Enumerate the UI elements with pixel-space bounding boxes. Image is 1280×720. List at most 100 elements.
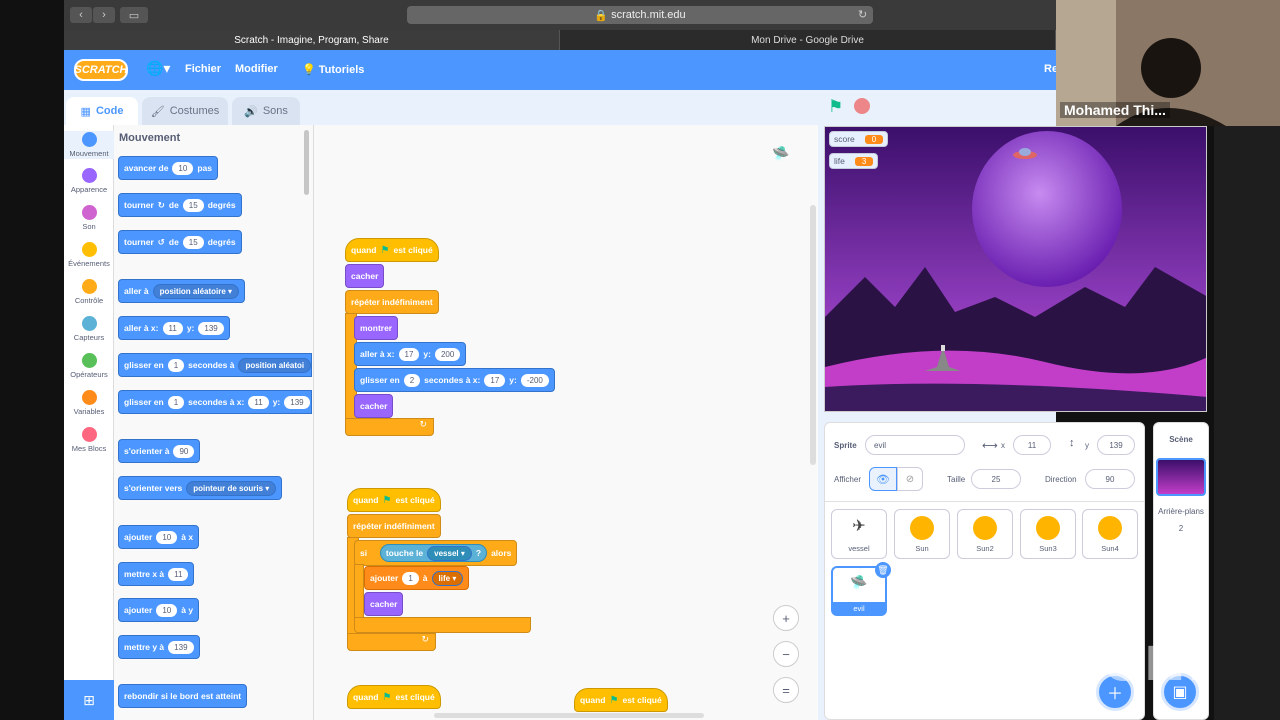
add-extension-button[interactable]: ⊞ (64, 680, 114, 720)
block-move-steps[interactable]: avancer de 10 pas (118, 156, 218, 180)
category-son[interactable]: Son (64, 205, 114, 231)
stage[interactable]: score 0 life 3 (824, 126, 1207, 412)
sprite-tile-sun[interactable]: Sun (894, 509, 950, 559)
block-input[interactable]: 15 (182, 198, 204, 212)
block-set-x[interactable]: mettre x à 11 (118, 562, 195, 586)
script-scrollbar-horizontal[interactable] (434, 713, 704, 718)
block-dropdown[interactable]: life ▾ (431, 570, 464, 586)
category-operateurs[interactable]: Opérateurs (64, 353, 114, 379)
category-evenements[interactable]: Événements (64, 242, 114, 268)
zoom-out-button[interactable]: − (773, 641, 799, 667)
block-glide-to-xy[interactable]: glisser en 2 secondes à x: 17 y: -200 (354, 368, 555, 392)
block-input[interactable]: 15 (182, 235, 204, 249)
block-forever[interactable]: répéter indéfiniment (345, 290, 439, 314)
category-controle[interactable]: Contrôle (64, 279, 114, 305)
block-go-to[interactable]: aller à position aléatoire ▾ (118, 279, 246, 303)
block-hide[interactable]: cacher (364, 592, 404, 616)
sprite-tile-vessel[interactable]: ✈ vessel (831, 509, 887, 559)
block-input[interactable]: 200 (434, 347, 461, 361)
category-mes-blocs[interactable]: Mes Blocs (64, 427, 114, 453)
green-flag-button[interactable]: ⚑ (828, 97, 843, 117)
block-input[interactable]: 139 (168, 640, 194, 654)
block-turn-left[interactable]: tourner ↺ de 15 degrés (118, 230, 242, 254)
delete-sprite-button[interactable]: 🗑 (875, 562, 891, 578)
hat-when-flag-clicked[interactable]: quand ⚑ est cliqué (347, 685, 441, 709)
hat-when-flag-clicked[interactable]: quand ⚑ est cliqué (574, 688, 668, 712)
block-input[interactable]: 1 (167, 395, 185, 409)
block-change-variable[interactable]: ajouter 1 à life ▾ (364, 566, 470, 590)
block-input[interactable]: 17 (398, 347, 420, 361)
zoom-reset-button[interactable]: = (773, 677, 799, 703)
block-forever[interactable]: répéter indéfiniment (347, 514, 441, 538)
backdrop-thumbnail[interactable] (1156, 458, 1206, 496)
block-input[interactable]: 2 (403, 373, 421, 387)
block-input[interactable]: 11 (248, 395, 269, 409)
script-area[interactable]: 🛸 quand ⚑ est cliqué cacher répéter indéfi… (313, 125, 818, 720)
block-dropdown[interactable]: position aléatoi (238, 357, 311, 373)
hat-when-flag-clicked[interactable]: quand ⚑ est cliqué (345, 238, 439, 262)
script-scrollbar-vertical[interactable] (810, 205, 816, 465)
back-button[interactable]: ‹ (70, 7, 92, 23)
category-capteurs[interactable]: Capteurs (64, 316, 114, 342)
block-point-towards[interactable]: s'orienter vers pointeur de souris ▾ (118, 476, 283, 500)
show-visible-button[interactable]: 👁 (869, 467, 897, 491)
zoom-in-button[interactable]: + (773, 605, 799, 631)
y-input[interactable]: 139 (1097, 435, 1135, 455)
block-input[interactable]: 139 (284, 395, 310, 409)
category-apparence[interactable]: Apparence (64, 168, 114, 194)
hat-when-flag-clicked[interactable]: quand ⚑ est cliqué (347, 488, 441, 512)
language-globe-icon[interactable]: 🌐▾ (146, 60, 170, 77)
stop-button[interactable] (854, 98, 870, 114)
size-input[interactable]: 25 (971, 469, 1021, 489)
block-glide-to-xy[interactable]: glisser en 1 secondes à x: 11 y: 139 (118, 390, 312, 414)
category-variables[interactable]: Variables (64, 390, 114, 416)
sprite-tile-sun2[interactable]: Sun2 (957, 509, 1013, 559)
block-go-to-xy[interactable]: aller à x: 17 y: 200 (354, 342, 467, 366)
tab-scratch[interactable]: Scratch - Imagine, Program, Share (64, 30, 560, 50)
menu-modifier[interactable]: Modifier (235, 63, 278, 75)
show-hidden-button[interactable]: ⊘ (897, 467, 923, 491)
x-input[interactable]: 11 (1013, 435, 1051, 455)
block-input[interactable]: 1 (167, 358, 185, 372)
block-input[interactable]: 139 (198, 321, 224, 335)
block-input[interactable]: 11 (168, 567, 189, 581)
block-hide[interactable]: cacher (345, 264, 385, 288)
block-if[interactable]: si touche le vessel ▾? alors (354, 540, 518, 566)
forward-button[interactable]: › (93, 7, 115, 23)
block-glide-to[interactable]: glisser en 1 secondes à position aléatoi (118, 353, 312, 377)
tab-code[interactable]: ▦ Code (66, 97, 138, 125)
block-go-to-xy[interactable]: aller à x: 11 y: 139 (118, 316, 230, 340)
block-input[interactable]: 11 (162, 321, 183, 335)
address-bar[interactable]: 🔒 scratch.mit.edu (407, 6, 873, 24)
block-point-direction[interactable]: s'orienter à 90 (118, 439, 201, 463)
block-turn-right[interactable]: tourner ↻ de 15 degrés (118, 193, 242, 217)
block-input[interactable]: 1 (402, 571, 419, 585)
block-change-y[interactable]: ajouter 10 à y (118, 598, 200, 622)
block-input[interactable]: 17 (484, 373, 506, 387)
sprite-name-input[interactable]: evil (865, 435, 965, 455)
scratch-logo[interactable]: SCRATCH (74, 59, 128, 81)
block-input[interactable]: 10 (156, 530, 178, 544)
direction-input[interactable]: 90 (1085, 469, 1135, 489)
tab-google-drive[interactable]: Mon Drive - Google Drive (560, 30, 1056, 50)
block-input[interactable]: 10 (156, 603, 178, 617)
block-input[interactable]: -200 (520, 373, 549, 387)
block-dropdown[interactable]: vessel ▾ (427, 545, 472, 561)
menu-fichier[interactable]: Fichier (185, 63, 221, 75)
block-change-x[interactable]: ajouter 10 à x (118, 525, 200, 549)
tab-sons[interactable]: 🔊 Sons (232, 97, 300, 125)
palette-scrollbar[interactable] (304, 130, 309, 195)
sprite-tile-sun4[interactable]: Sun4 (1082, 509, 1138, 559)
block-bounce[interactable]: rebondir si le bord est atteint (118, 684, 248, 708)
block-input[interactable]: 90 (173, 444, 195, 458)
block-input[interactable]: 10 (172, 161, 194, 175)
tab-costumes[interactable]: 🖌 Costumes (142, 97, 228, 125)
category-mouvement[interactable]: Mouvement (64, 131, 114, 159)
block-touching[interactable]: touche le vessel ▾? (379, 544, 488, 562)
sidebar-toggle-icon[interactable]: ▭ (120, 7, 148, 23)
sprite-tile-sun3[interactable]: Sun3 (1020, 509, 1076, 559)
block-show[interactable]: montrer (354, 316, 399, 340)
block-hide[interactable]: cacher (354, 394, 394, 418)
block-set-y[interactable]: mettre y à 139 (118, 635, 200, 659)
menu-tutoriels[interactable]: 💡 Tutoriels (302, 63, 364, 76)
